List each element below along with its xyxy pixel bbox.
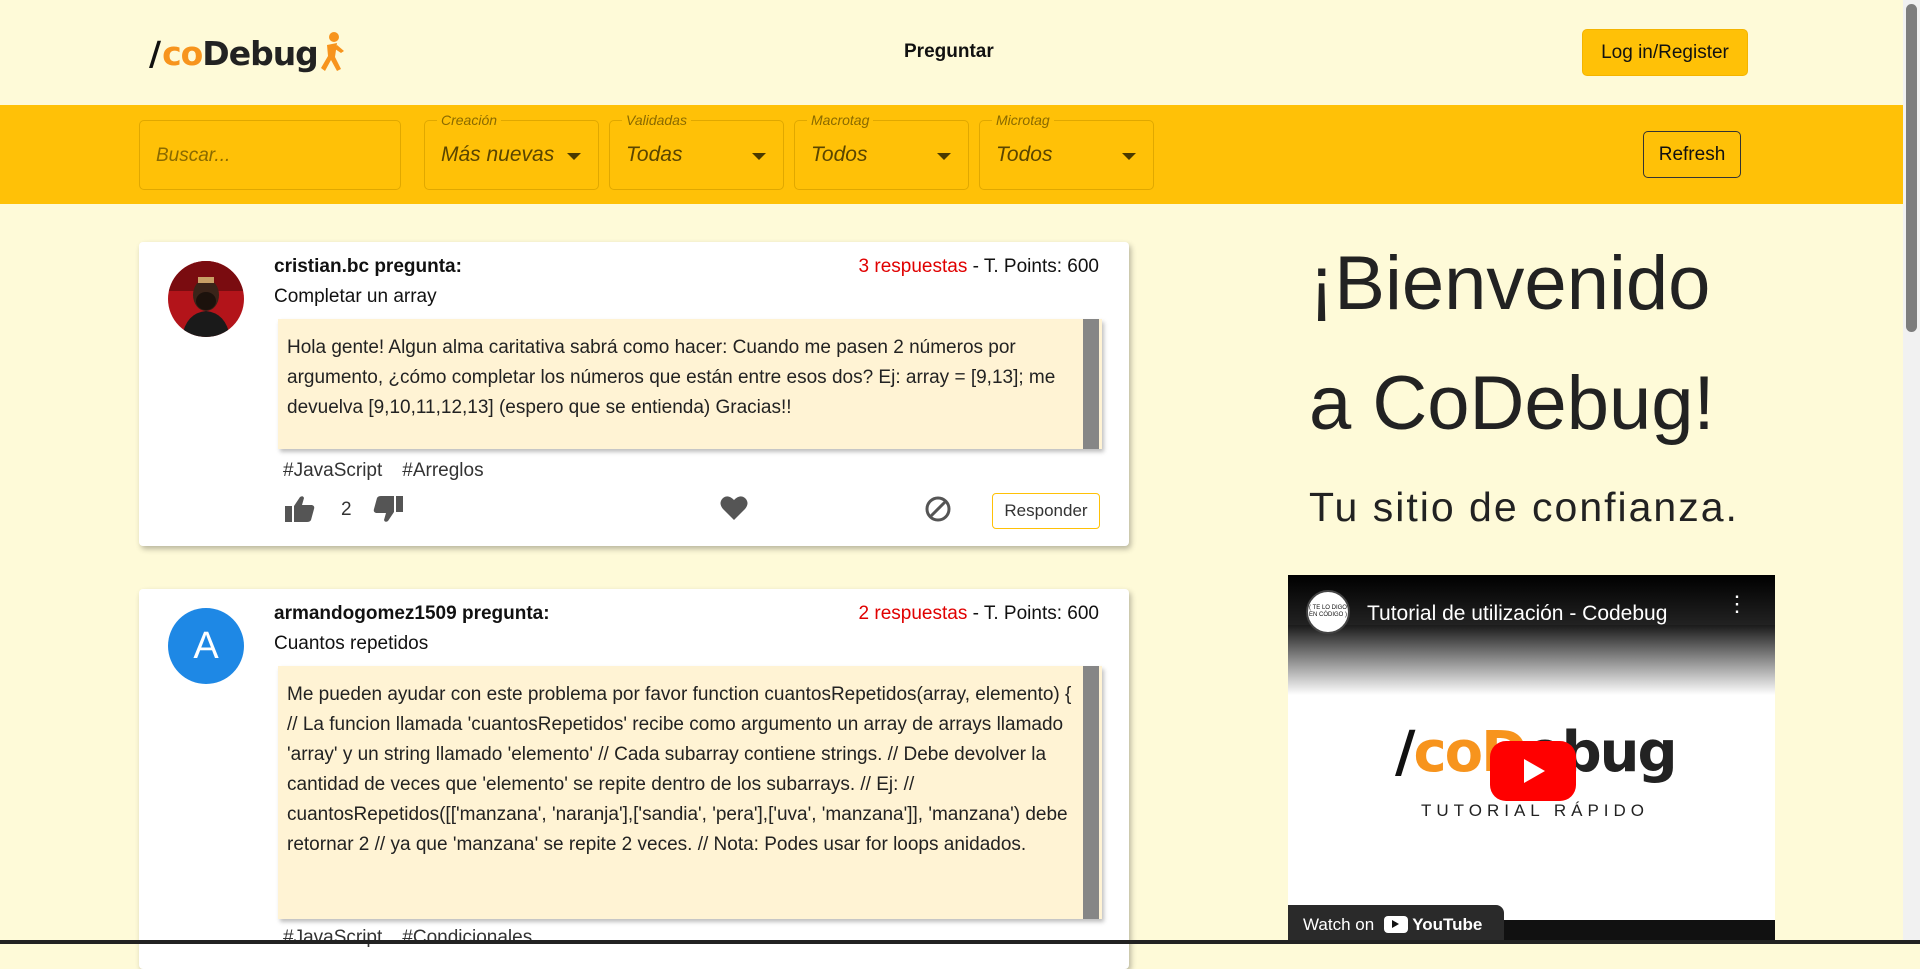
question-body: Me pueden ayudar con este problema por f… (278, 666, 1102, 919)
tag[interactable]: #JavaScript (283, 927, 382, 949)
welcome-tagline: Tu sitio de confianza. (1309, 484, 1739, 530)
tag-list: #JavaScript #Condicionales (283, 927, 532, 949)
thumbs-down-icon[interactable] (373, 495, 403, 523)
channel-avatar[interactable]: ( TE LO DIGO EN CÓDIGO ) (1306, 590, 1350, 634)
select-label: Macrotag (807, 112, 874, 128)
answers-count[interactable]: 3 respuestas (859, 256, 968, 277)
question-body-text: Hola gente! Algun alma caritativa sabrá … (287, 337, 1056, 418)
youtube-play-icon (1384, 916, 1409, 933)
user-avatar[interactable]: A (168, 608, 244, 684)
select-label: Validadas (622, 112, 691, 128)
select-label: Creación (437, 112, 502, 128)
select-value: Todos (811, 143, 868, 166)
watch-on-label: Watch on (1303, 914, 1375, 934)
watch-on-youtube-button[interactable]: Watch on YouTube (1288, 905, 1504, 944)
top-navbar: / co Debug Preguntar Log in/Register (0, 0, 1920, 105)
creacion-select[interactable]: Creación Más nuevas (424, 112, 599, 190)
video-gradient (1288, 625, 1775, 695)
heart-icon[interactable] (720, 495, 748, 521)
refresh-button[interactable]: Refresh (1643, 131, 1741, 178)
thumbs-up-icon[interactable] (285, 495, 315, 523)
tag[interactable]: #Arreglos (402, 460, 483, 482)
question-actions: 2 Responder (285, 493, 1100, 529)
search-input[interactable]: Buscar... (139, 120, 401, 190)
likes-count: 2 (341, 499, 352, 520)
tag[interactable]: #JavaScript (283, 460, 382, 482)
page-scrollbar[interactable] (1903, 0, 1920, 944)
validadas-select[interactable]: Validadas Todas (609, 112, 784, 190)
caret-down-icon (752, 153, 766, 160)
points-text: - T. Points: 600 (967, 256, 1099, 277)
select-value: Todos (996, 143, 1053, 166)
more-options-icon[interactable]: ⋮ (1726, 593, 1748, 615)
login-register-button[interactable]: Log in/Register (1582, 29, 1748, 76)
nav-preguntar-link[interactable]: Preguntar (904, 41, 994, 63)
running-bug-icon (320, 32, 344, 71)
youtube-logo: YouTube (1384, 915, 1482, 935)
search-placeholder: Buscar... (156, 145, 231, 166)
youtube-video-embed[interactable]: ( TE LO DIGO EN CÓDIGO ) Tutorial de uti… (1288, 575, 1775, 944)
avatar-letter: A (193, 624, 219, 667)
codebug-logo[interactable]: / co Debug (149, 28, 345, 78)
points-text: - T. Points: 600 (967, 603, 1099, 624)
welcome-heading: ¡Bienvenido (1309, 241, 1711, 326)
tag-list: #JavaScript #Arreglos (283, 460, 484, 482)
play-button-icon[interactable] (1490, 741, 1576, 801)
welcome-heading-line2: a CoDebug! (1309, 361, 1715, 446)
window-bottom-edge (0, 940, 1920, 944)
respond-button[interactable]: Responder (992, 493, 1100, 529)
select-value: Todas (626, 143, 683, 166)
macrotag-select[interactable]: Macrotag Todos (794, 112, 969, 190)
user-avatar[interactable] (168, 261, 244, 337)
question-meta: 2 respuestas - T. Points: 600 (859, 603, 1099, 625)
question-title[interactable]: Cuantos repetidos (274, 633, 428, 655)
video-title[interactable]: Tutorial de utilización - Codebug (1367, 602, 1667, 626)
question-title[interactable]: Completar un array (274, 286, 437, 308)
question-meta: 3 respuestas - T. Points: 600 (859, 256, 1099, 278)
question-author[interactable]: cristian.bc pregunta: (274, 256, 462, 278)
question-card: A armandogomez1509 pregunta: Cuantos rep… (139, 589, 1129, 969)
avatar-photo (168, 261, 244, 337)
caret-down-icon (1122, 153, 1136, 160)
caret-down-icon (567, 153, 581, 160)
question-card: cristian.bc pregunta: Completar un array… (139, 242, 1129, 546)
microtag-select[interactable]: Microtag Todos (979, 112, 1154, 190)
video-subtitle: TUTORIAL RÁPIDO (1421, 801, 1650, 820)
answers-count[interactable]: 2 respuestas (859, 603, 968, 624)
filter-bar: Buscar... Creación Más nuevas Validadas … (0, 105, 1903, 204)
scrollbar-thumb[interactable] (1906, 4, 1917, 332)
report-block-icon[interactable] (924, 495, 952, 523)
caret-down-icon (937, 153, 951, 160)
body-scrollbar[interactable] (1083, 319, 1099, 449)
select-label: Microtag (992, 112, 1054, 128)
question-body-text: Me pueden ayudar con este problema por f… (287, 684, 1072, 855)
select-value: Más nuevas (441, 143, 555, 166)
tag[interactable]: #Condicionales (402, 927, 532, 949)
body-scrollbar[interactable] (1083, 666, 1099, 919)
question-author[interactable]: armandogomez1509 pregunta: (274, 603, 550, 625)
question-body: Hola gente! Algun alma caritativa sabrá … (278, 319, 1102, 449)
